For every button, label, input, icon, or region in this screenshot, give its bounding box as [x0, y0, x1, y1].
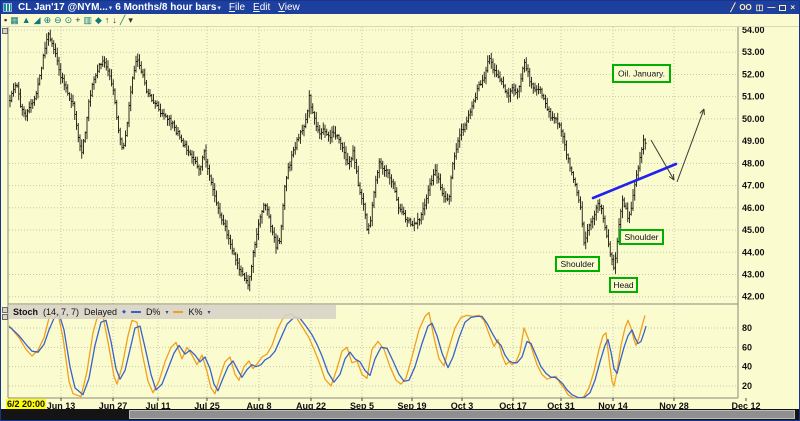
price-tick-label: 51.00 [742, 92, 765, 102]
window-controls: ╱ OO ◫— × [730, 3, 795, 13]
grid-icon[interactable]: ▦ [10, 14, 19, 26]
link-windows-icon[interactable]: OO [739, 3, 751, 13]
price-tick-label: 44.00 [742, 247, 765, 257]
stoch-tick-label: 40 [742, 362, 752, 372]
stoch-name[interactable]: Stoch [13, 307, 38, 317]
annotation-text: Head [613, 280, 634, 290]
price-tick-label: 50.00 [742, 114, 765, 124]
menu-view[interactable]: View [278, 1, 300, 14]
pin-icon[interactable]: ◫ [756, 3, 764, 13]
indicator-icon[interactable]: ▥ [83, 14, 92, 26]
right-shoulder-label[interactable]: Shoulder [620, 230, 663, 244]
toolbar: ▪▦▲◢⊕⊖⊙+▥◆↑↓╱▾ [1, 14, 799, 27]
horizontal-scrollbar[interactable] [1, 409, 799, 420]
menu-edit[interactable]: Edit [253, 1, 270, 14]
stoch-tick-label: 60 [742, 342, 752, 352]
head-label[interactable]: Head [610, 278, 637, 292]
price-tick-label: 46.00 [742, 203, 765, 213]
trend-icon[interactable]: ◢ [34, 14, 41, 26]
title-bar: CL Jan'17 @NYM... ▾ 6 Months/8 hour bars… [1, 1, 799, 14]
symbol-title[interactable]: CL Jan'17 @NYM... [18, 1, 108, 14]
stoch-tick-label: 80 [742, 323, 752, 333]
zoom-in-icon[interactable]: ⊕ [44, 14, 52, 26]
price-tick-label: 42.00 [742, 292, 765, 302]
stoch-legend: Stoch (14, 7, 7) Delayed ◆ D% ▾ K% ▾ [9, 305, 336, 319]
k-line-label: K% [188, 307, 202, 317]
chart-canvas[interactable]: Oil. January.ShoulderShoulderHead54.0053… [1, 1, 800, 411]
price-tick-label: 49.00 [742, 136, 765, 146]
chart-type-icon[interactable]: ▪ [4, 14, 7, 26]
more-tools-icon[interactable]: ▾ [128, 14, 133, 26]
price-tick-label: 47.00 [742, 181, 765, 191]
left-shoulder-label[interactable]: Shoulder [556, 257, 599, 271]
marker-icon[interactable]: ◆ [95, 14, 102, 26]
price-tick-label: 45.00 [742, 225, 765, 235]
stoch-panel-button-1[interactable] [2, 307, 8, 313]
stoch-panel-button-2[interactable] [2, 314, 8, 320]
maximize-icon[interactable] [779, 5, 786, 11]
area-chart-icon[interactable]: ▲ [22, 14, 31, 26]
menu-file[interactable]: File [229, 1, 245, 14]
annotation-text: Shoulder [624, 232, 658, 242]
stoch-tick-label: 20 [742, 381, 752, 391]
minimize-icon[interactable]: — [767, 3, 775, 13]
scroll-down-icon[interactable]: ↓ [112, 14, 117, 26]
price-panel-button[interactable] [2, 28, 8, 34]
d-line-dropdown-icon[interactable]: ▾ [165, 309, 168, 316]
annotation-text: Shoulder [560, 259, 594, 269]
k-line-swatch [173, 311, 183, 313]
price-tick-label: 53.00 [742, 47, 765, 57]
close-icon[interactable]: × [790, 3, 795, 13]
draw-tool-icon[interactable]: ╱ [730, 3, 735, 13]
stoch-mode: Delayed [84, 307, 117, 317]
chart-window-icon [3, 3, 12, 12]
symbol-dropdown-icon[interactable]: ▾ [109, 4, 113, 12]
scrollbar-thumb[interactable] [129, 410, 795, 419]
draw-line-icon[interactable]: ╱ [120, 14, 125, 26]
d-line-swatch [131, 311, 141, 313]
interval-dropdown-icon[interactable]: ▾ [217, 4, 221, 12]
stoch-params: (14, 7, 7) [43, 307, 79, 317]
chart-window: CL Jan'17 @NYM... ▾ 6 Months/8 hour bars… [0, 0, 800, 421]
price-tick-label: 52.00 [742, 69, 765, 79]
scroll-up-icon[interactable]: ↑ [105, 14, 110, 26]
stoch-status-icon: ◆ [122, 309, 126, 315]
annotation-text: Oil. January. [618, 69, 665, 79]
interval-title[interactable]: 6 Months/8 hour bars [115, 1, 216, 14]
zoom-window-icon[interactable]: ⊙ [65, 14, 73, 26]
d-line-label: D% [146, 307, 161, 317]
oil-january-label[interactable]: Oil. January. [613, 65, 670, 82]
price-tick-label: 48.00 [742, 158, 765, 168]
price-tick-label: 43.00 [742, 269, 765, 279]
crosshair-icon[interactable]: + [75, 14, 80, 26]
zoom-out-icon[interactable]: ⊖ [54, 14, 62, 26]
k-line-dropdown-icon[interactable]: ▾ [207, 309, 210, 316]
